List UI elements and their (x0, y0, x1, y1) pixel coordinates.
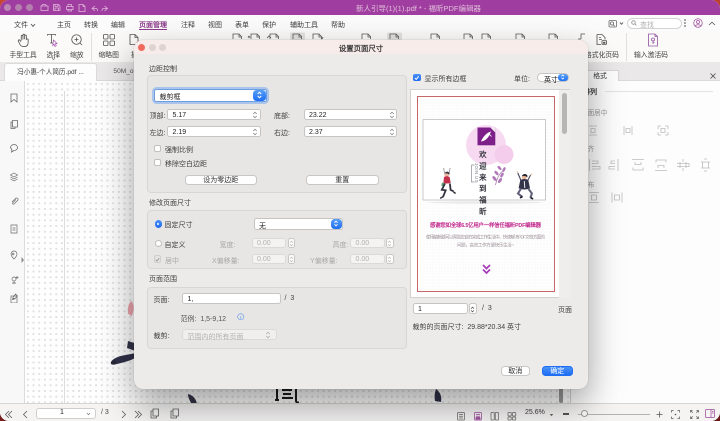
svg-text:JOIN US: JOIN US (474, 163, 479, 183)
svg-text:使用编辑器可以帮助您自在完成工作生活中，快速解决PDF文档方: 使用编辑器可以帮助您自在完成工作生活中，快速解决PDF文档方面的 (426, 234, 546, 241)
svg-text:欢: 欢 (478, 150, 487, 159)
svg-text:昕: 昕 (479, 207, 487, 216)
svg-text:福: 福 (478, 196, 487, 205)
svg-text:感谢您如全球6.5亿用户一样信任福昕PDF编辑器: 感谢您如全球6.5亿用户一样信任福昕PDF编辑器 (430, 221, 542, 229)
svg-text:到: 到 (479, 184, 486, 193)
svg-text:问题，高效工作方便快乐生活~: 问题，高效工作方便快乐生活~ (457, 242, 514, 249)
svg-text:迎: 迎 (479, 161, 487, 170)
